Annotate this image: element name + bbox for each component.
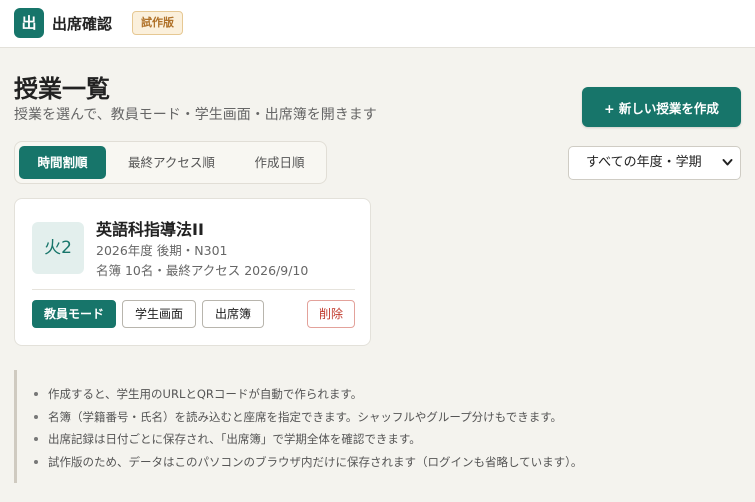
page-title: 授業一覧: [14, 75, 110, 103]
card-divider: [32, 289, 355, 290]
attendance-book-button[interactable]: 出席簿: [202, 300, 264, 328]
bullet-icon: [34, 414, 38, 419]
course-card[interactable]: 火2 英語科指導法II 2026年度 後期・N301 名簿 10名・最終アクセス…: [14, 198, 371, 346]
year-term-select[interactable]: すべての年度・学期: [568, 146, 741, 180]
note-item: 出席記録は日付ごとに保存され、「出席簿」で学期全体を確認できます。: [34, 428, 755, 451]
bullet-icon: [34, 459, 38, 464]
prototype-badge: 試作版: [132, 11, 183, 35]
delete-button[interactable]: 削除: [307, 300, 355, 328]
tab-created-order[interactable]: 作成日順: [235, 146, 324, 179]
year-term-select-value: すべての年度・学期: [586, 155, 702, 170]
app-logo: 出: [14, 8, 44, 38]
bullet-icon: [34, 437, 38, 441]
note-item: 名簿（学籍番号・氏名）を読み込むと座席を指定できます。シャッフルやグループ分けも…: [34, 406, 755, 429]
note-item: 試作版のため、データはこのパソコンのブラウザ内だけに保存されます（ログインも省略…: [34, 451, 755, 474]
tab-last-access-order[interactable]: 最終アクセス順: [110, 146, 233, 179]
app-title: 出席確認: [52, 15, 113, 33]
top-bar: 出 出席確認 試作版: [0, 0, 755, 48]
bullet-icon: [34, 392, 38, 396]
note-item: 作成すると、学生用のURLとQRコードが自動で作られます。: [34, 383, 755, 406]
page-subtitle: 授業を選んで、教員モード・学生画面・出席簿を開きます: [14, 107, 377, 123]
student-screen-button[interactable]: 学生画面: [122, 300, 196, 328]
course-name: 英語科指導法II: [96, 220, 204, 239]
course-roster-info: 名簿 10名・最終アクセス 2026/9/10: [96, 263, 309, 278]
period-badge: 火2: [32, 222, 84, 274]
new-course-button[interactable]: + 新しい授業を作成: [582, 87, 741, 127]
chevron-down-icon: [722, 147, 733, 192]
tab-timetable-order[interactable]: 時間割順: [19, 146, 106, 179]
teacher-mode-button[interactable]: 教員モード: [32, 300, 116, 328]
course-term-room: 2026年度 後期・N301: [96, 243, 228, 258]
help-notes: 作成すると、学生用のURLとQRコードが自動で作られます。 名簿（学籍番号・氏名…: [14, 370, 755, 483]
sort-tabs: 時間割順 最終アクセス順 作成日順: [14, 141, 327, 184]
